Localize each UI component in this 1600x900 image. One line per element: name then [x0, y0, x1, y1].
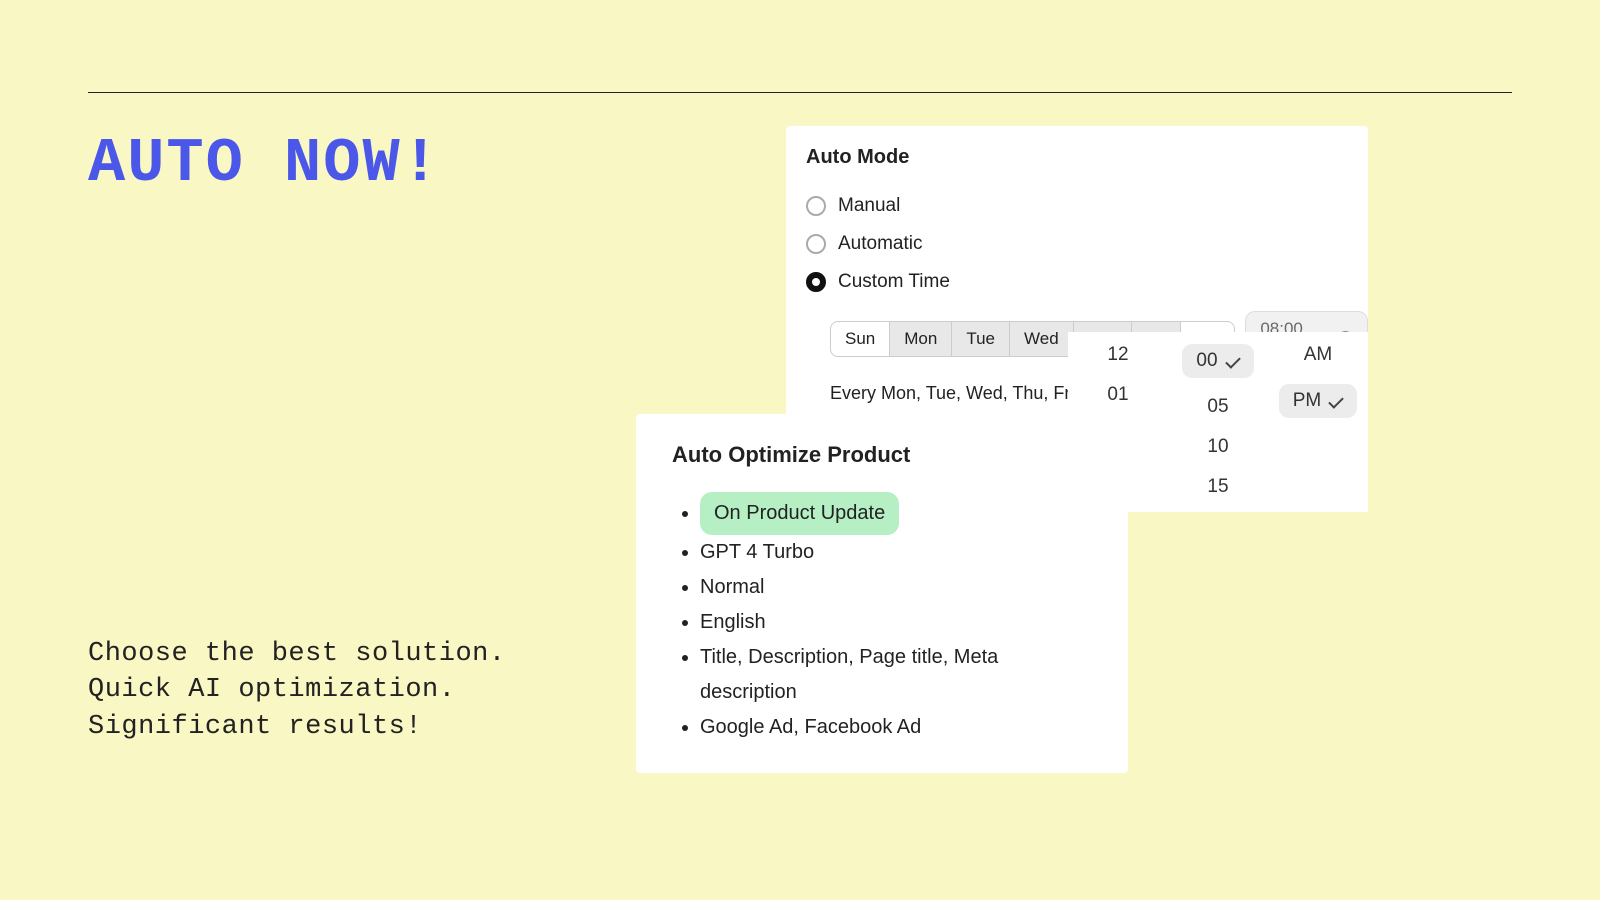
highlight-badge: On Product Update	[700, 492, 899, 535]
list-item: GPT 4 Turbo	[700, 535, 1092, 570]
optimize-list: On Product Update GPT 4 Turbo Normal Eng…	[672, 492, 1092, 745]
minute-column[interactable]: 00 05 10 15	[1168, 332, 1268, 512]
list-item: Normal	[700, 570, 1092, 605]
radio-automatic[interactable]: Automatic	[786, 225, 1368, 263]
day-sun[interactable]: Sun	[830, 321, 890, 357]
day-mon[interactable]: Mon	[889, 321, 952, 357]
tagline-line: Significant results!	[88, 709, 506, 745]
list-item: On Product Update	[700, 492, 1092, 535]
radio-manual[interactable]: Manual	[786, 187, 1368, 225]
headline: AUTO NOW!	[88, 128, 441, 199]
radio-label: Automatic	[838, 233, 922, 255]
auto-optimize-card: Auto Optimize Product On Product Update …	[636, 414, 1128, 773]
tagline: Choose the best solution. Quick AI optim…	[88, 636, 506, 745]
radio-icon	[806, 234, 826, 254]
list-item: English	[700, 605, 1092, 640]
tagline-line: Quick AI optimization.	[88, 672, 506, 708]
minute-option[interactable]: 05	[1207, 396, 1228, 418]
ampm-option[interactable]: AM	[1304, 344, 1333, 366]
auto-optimize-title: Auto Optimize Product	[672, 442, 1092, 468]
minute-option[interactable]: 15	[1207, 476, 1228, 498]
minute-option-selected[interactable]: 00	[1182, 344, 1253, 378]
radio-label: Manual	[838, 195, 900, 217]
radio-label: Custom Time	[838, 271, 950, 293]
list-item: Title, Description, Page title, Meta des…	[700, 640, 1092, 710]
hour-option[interactable]: 12	[1107, 344, 1128, 366]
check-icon	[1225, 353, 1241, 369]
minute-option[interactable]: 10	[1207, 436, 1228, 458]
day-wed[interactable]: Wed	[1009, 321, 1074, 357]
divider	[88, 92, 1512, 93]
ampm-column[interactable]: AM PM	[1268, 332, 1368, 512]
radio-icon	[806, 272, 826, 292]
schedule-summary: Every Mon, Tue, Wed, Thu, Fri a	[786, 377, 1086, 410]
ampm-option-selected[interactable]: PM	[1279, 384, 1358, 418]
minute-label: 00	[1196, 350, 1217, 372]
hour-option[interactable]: 01	[1107, 384, 1128, 406]
ampm-label: PM	[1293, 390, 1322, 412]
check-icon	[1328, 393, 1344, 409]
radio-custom-time[interactable]: Custom Time	[786, 263, 1368, 301]
list-item: Google Ad, Facebook Ad	[700, 710, 1092, 745]
day-tue[interactable]: Tue	[951, 321, 1010, 357]
radio-icon	[806, 196, 826, 216]
tagline-line: Choose the best solution.	[88, 636, 506, 672]
auto-mode-title: Auto Mode	[786, 146, 1368, 187]
